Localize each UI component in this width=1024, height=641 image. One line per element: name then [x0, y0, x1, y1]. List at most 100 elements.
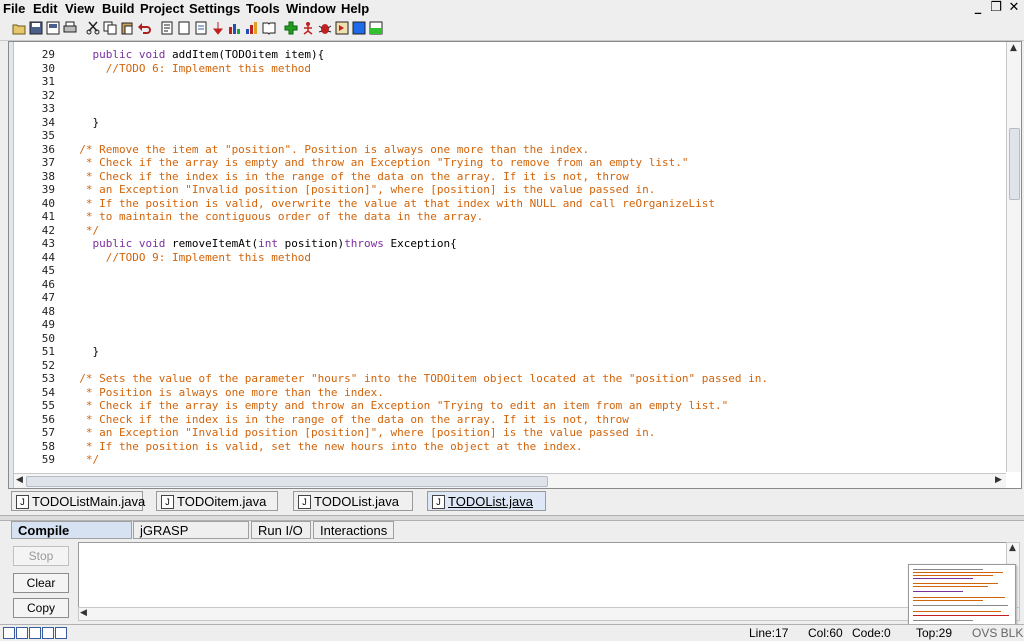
code-line[interactable]: 35	[14, 129, 1004, 142]
message-output[interactable]	[78, 542, 1008, 608]
run-applet-icon[interactable]	[301, 21, 315, 35]
file-tab-todoitem[interactable]: J TODOitem.java	[156, 491, 278, 511]
line-number: 36	[41, 142, 55, 156]
code-line[interactable]: 53 /* Sets the value of the parameter "h…	[14, 372, 1004, 385]
color-green-icon[interactable]	[369, 21, 383, 35]
minimize-button[interactable]: _	[971, 1, 985, 15]
editor-vertical-scroll-thumb[interactable]	[1009, 128, 1020, 200]
scroll-left-icon[interactable]: ◀	[80, 608, 87, 618]
menu-file[interactable]: File	[3, 1, 25, 16]
file-tab-todolistmain[interactable]: J TODOListMain.java	[11, 491, 145, 511]
code-line[interactable]: 29 public void addItem(TODOitem item){	[14, 48, 1004, 61]
menu-view[interactable]: View	[65, 1, 94, 16]
generate-csd-icon[interactable]	[160, 21, 174, 35]
code-line[interactable]: 56 * Check if the index is in the range …	[14, 413, 1004, 426]
code-editor[interactable]: 29 public void addItem(TODOitem item){30…	[14, 42, 1006, 472]
tab-compile-messages[interactable]: Compile Messages	[11, 521, 132, 555]
compile-icon[interactable]	[211, 21, 225, 35]
undo-icon[interactable]	[137, 21, 151, 35]
generate-doc-icon[interactable]	[194, 21, 208, 35]
code-line[interactable]: 40 * If the position is valid, overwrite…	[14, 197, 1004, 210]
code-line[interactable]: 45	[14, 264, 1004, 277]
code-line[interactable]: 34 }	[14, 116, 1004, 129]
code-line[interactable]: 37 * Check if the array is empty and thr…	[14, 156, 1004, 169]
code-line[interactable]: 57 * an Exception "Invalid position [pos…	[14, 426, 1004, 439]
code-line[interactable]: 32	[14, 89, 1004, 102]
code-line[interactable]: 52	[14, 359, 1004, 372]
tab-jgrasp-messages[interactable]: jGRASP Messages	[133, 521, 249, 555]
print-icon[interactable]	[63, 21, 77, 35]
remove-csd-icon[interactable]	[177, 21, 191, 35]
cut-icon[interactable]	[86, 21, 100, 35]
copy-button[interactable]: Copy	[13, 598, 69, 618]
code-line[interactable]: 33	[14, 102, 1004, 115]
code-line[interactable]: 31	[14, 75, 1004, 88]
panel-layout-icon[interactable]	[16, 627, 28, 639]
stop-button[interactable]: Stop	[13, 546, 69, 566]
code-line[interactable]: 43 public void removeItemAt(int position…	[14, 237, 1004, 250]
list-icon[interactable]	[42, 627, 54, 639]
menu-tools[interactable]: Tools	[246, 1, 280, 16]
scroll-left-icon[interactable]: ◀	[16, 475, 23, 485]
save-icon[interactable]	[29, 21, 43, 35]
code-line[interactable]: 51 }	[14, 345, 1004, 358]
panel-layout-icon[interactable]	[29, 627, 41, 639]
color-blue-icon[interactable]	[352, 21, 366, 35]
code-line[interactable]: 50	[14, 332, 1004, 345]
clear-button[interactable]: Clear	[13, 573, 69, 593]
code-line[interactable]: 30 //TODO 6: Implement this method	[14, 62, 1004, 75]
add-icon[interactable]	[284, 21, 298, 35]
message-horizontal-scrollbar[interactable]: ◀	[78, 607, 1020, 621]
book-icon[interactable]	[262, 21, 276, 35]
menu-help[interactable]: Help	[341, 1, 369, 16]
tab-run-io[interactable]: Run I/O	[251, 521, 311, 539]
menu-project[interactable]: Project	[140, 1, 184, 16]
code-text: * Check if the index is in the range of …	[66, 170, 629, 183]
code-comment: * Position is always one more than the i…	[66, 385, 384, 399]
code-line[interactable]: 54 * Position is always one more than th…	[14, 386, 1004, 399]
step-icon[interactable]	[335, 21, 349, 35]
code-line[interactable]: 41 * to maintain the contiguous order of…	[14, 210, 1004, 223]
editor-horizontal-scroll-thumb[interactable]	[26, 476, 548, 487]
menu-build[interactable]: Build	[102, 1, 135, 16]
open-icon[interactable]	[12, 21, 26, 35]
run-icon[interactable]	[228, 21, 242, 35]
debug-icon[interactable]	[245, 21, 259, 35]
bug-icon[interactable]	[318, 21, 332, 35]
code-line[interactable]: 48	[14, 305, 1004, 318]
scroll-up-icon[interactable]: ▲	[1009, 543, 1016, 553]
code-line[interactable]: 36 /* Remove the item at "position". Pos…	[14, 143, 1004, 156]
copy-icon[interactable]	[103, 21, 117, 35]
code-line[interactable]: 46	[14, 278, 1004, 291]
editor-vertical-scrollbar[interactable]: ▲	[1006, 42, 1021, 472]
code-line[interactable]: 47	[14, 291, 1004, 304]
panel-layout-icon[interactable]	[3, 627, 15, 639]
close-button[interactable]: ✕	[1007, 1, 1021, 15]
scroll-up-icon[interactable]: ▲	[1010, 43, 1017, 53]
code-text: /* Sets the value of the parameter "hour…	[66, 372, 768, 385]
paste-icon[interactable]	[120, 21, 134, 35]
file-tab-todolist[interactable]: J TODOList.java	[293, 491, 413, 511]
tab-interactions[interactable]: Interactions	[313, 521, 394, 539]
editor-horizontal-scrollbar[interactable]: ◀ ▶	[14, 473, 1006, 488]
code-line[interactable]: 39 * an Exception "Invalid position [pos…	[14, 183, 1004, 196]
toolbar	[0, 18, 1024, 41]
menu-window[interactable]: Window	[286, 1, 336, 16]
scroll-right-icon[interactable]: ▶	[995, 475, 1002, 485]
menu-settings[interactable]: Settings	[189, 1, 240, 16]
code-line[interactable]: 59 */	[14, 453, 1004, 466]
code-line[interactable]: 58 * If the position is valid, set the n…	[14, 440, 1004, 453]
code-line[interactable]: 49	[14, 318, 1004, 331]
menu-edit[interactable]: Edit	[33, 1, 58, 16]
save-all-icon[interactable]	[46, 21, 60, 35]
line-number: 30	[41, 61, 55, 75]
code-line[interactable]: 44 //TODO 9: Implement this method	[14, 251, 1004, 264]
window-thumbnail[interactable]	[908, 564, 1016, 630]
code-line[interactable]: 55 * Check if the array is empty and thr…	[14, 399, 1004, 412]
restore-button[interactable]: ❐	[989, 1, 1003, 15]
code-line[interactable]: 42 */	[14, 224, 1004, 237]
file-tab-todolist-active[interactable]: J TODOList.java	[427, 491, 546, 511]
window-icon[interactable]	[55, 627, 67, 639]
code-line[interactable]: 38 * Check if the index is in the range …	[14, 170, 1004, 183]
line-number: 29	[41, 48, 55, 61]
